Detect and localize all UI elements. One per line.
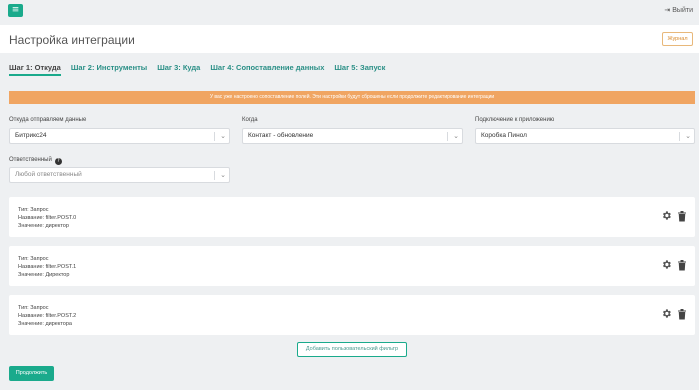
filter-name: Название: filter.POST.0 bbox=[18, 215, 77, 221]
filter-card-0: Тип: Запрос Название: filter.POST.0 Знач… bbox=[9, 197, 695, 237]
filter-card-2: Тип: Запрос Название: filter.POST.2 Знач… bbox=[9, 295, 695, 335]
trash-icon[interactable] bbox=[677, 308, 687, 320]
tab-step-5[interactable]: Шаг 5: Запуск bbox=[334, 62, 385, 76]
gear-icon[interactable] bbox=[661, 308, 672, 319]
filter-details: Тип: Запрос Название: filter.POST.0 Знач… bbox=[18, 206, 76, 230]
tab-step-2[interactable]: Шаг 2: Инструменты bbox=[71, 62, 147, 76]
logout-link[interactable]: ⇥ Выйти bbox=[664, 6, 693, 14]
connection-label: Подключение к приложению bbox=[475, 117, 555, 123]
responsible-placeholder: Любой ответственный bbox=[15, 171, 82, 178]
filter-details: Тип: Запрос Название: filter.POST.1 Знач… bbox=[18, 255, 76, 279]
trash-icon[interactable] bbox=[677, 210, 687, 222]
step-tabs: Шаг 1: Откуда Шаг 2: Инструменты Шаг 3: … bbox=[9, 62, 385, 76]
responsible-select[interactable]: Любой ответственный ⌄ bbox=[9, 167, 230, 183]
continue-button[interactable]: Продолжить bbox=[9, 366, 54, 381]
filter-value: Значение: директора bbox=[18, 321, 72, 327]
hamburger-icon[interactable]: ≡ bbox=[8, 4, 23, 17]
when-label: Когда bbox=[242, 117, 258, 123]
tab-step-3[interactable]: Шаг 3: Куда bbox=[157, 62, 200, 76]
select-separator bbox=[679, 132, 680, 141]
filter-type: Тип: Запрос bbox=[18, 207, 49, 213]
filter-card-1: Тип: Запрос Название: filter.POST.1 Знач… bbox=[9, 246, 695, 286]
filter-details: Тип: Запрос Название: filter.POST.2 Знач… bbox=[18, 304, 76, 328]
page-header: Настройка интеграции Журнал bbox=[0, 25, 699, 53]
question-circle-icon[interactable]: ? bbox=[54, 158, 62, 165]
connection-value: Коробка Пинол bbox=[481, 132, 527, 139]
filter-type: Тип: Запрос bbox=[18, 256, 49, 262]
tab-step-1[interactable]: Шаг 1: Откуда bbox=[9, 62, 61, 76]
logout-label: Выйти bbox=[672, 7, 693, 14]
filter-type: Тип: Запрос bbox=[18, 305, 49, 311]
chevron-down-icon: ⌄ bbox=[685, 132, 691, 140]
tab-step-4[interactable]: Шаг 4: Сопоставление данных bbox=[210, 62, 324, 76]
gear-icon[interactable] bbox=[661, 259, 672, 270]
when-value: Контакт - обновление bbox=[248, 132, 314, 139]
gear-icon[interactable] bbox=[661, 210, 672, 221]
select-separator bbox=[214, 171, 215, 180]
trash-icon[interactable] bbox=[677, 259, 687, 271]
chevron-down-icon: ⌄ bbox=[220, 132, 226, 140]
filter-actions bbox=[661, 308, 687, 320]
filter-value: Значение: Директор bbox=[18, 272, 70, 278]
when-select[interactable]: Контакт - обновление ⌄ bbox=[242, 128, 463, 144]
filter-value: Значение: директор bbox=[18, 223, 69, 229]
connection-select[interactable]: Коробка Пинол ⌄ bbox=[475, 128, 695, 144]
select-separator bbox=[447, 132, 448, 141]
add-custom-filter-button[interactable]: Добавить пользовательский фильтр bbox=[297, 342, 407, 357]
filter-name: Название: filter.POST.1 bbox=[18, 264, 77, 270]
filter-actions bbox=[661, 259, 687, 271]
source-select[interactable]: Битрикс24 ⌄ bbox=[9, 128, 230, 144]
page-title: Настройка интеграции bbox=[9, 33, 135, 47]
filter-name: Название: filter.POST.2 bbox=[18, 313, 77, 319]
responsible-label: Ответственный? bbox=[9, 157, 62, 165]
source-label: Откуда отправляем данные bbox=[9, 117, 87, 123]
select-separator bbox=[214, 132, 215, 141]
source-value: Битрикс24 bbox=[15, 132, 47, 139]
logout-icon: ⇥ bbox=[664, 6, 671, 14]
filter-actions bbox=[661, 210, 687, 222]
chevron-down-icon: ⌄ bbox=[220, 171, 226, 179]
chevron-down-icon: ⌄ bbox=[453, 132, 459, 140]
journal-button[interactable]: Журнал bbox=[662, 32, 693, 46]
top-bar: ≡ ⇥ Выйти bbox=[0, 0, 699, 22]
warning-banner: У вас уже настроено сопоставление полей.… bbox=[9, 91, 695, 104]
